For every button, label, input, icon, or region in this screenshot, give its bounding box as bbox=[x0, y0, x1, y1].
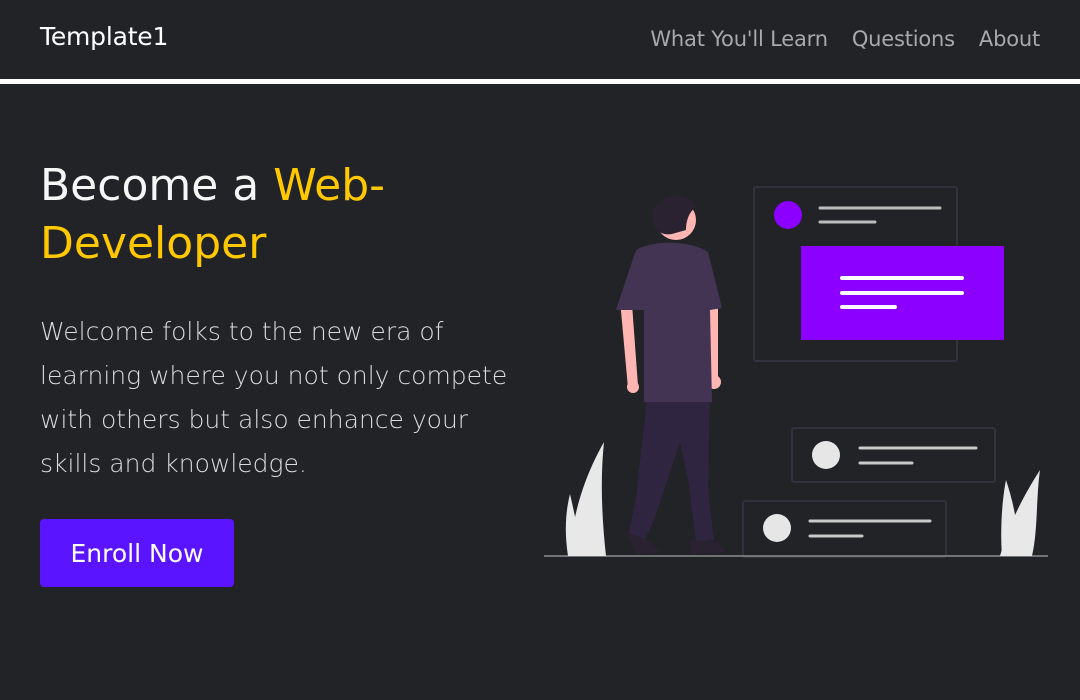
person-looking-at-cards-illustration bbox=[544, 186, 1048, 558]
navbar-divider bbox=[0, 79, 1080, 84]
middle-card-avatar-icon bbox=[812, 441, 840, 469]
hero-title-prefix: Become a bbox=[40, 160, 274, 211]
top-navbar: Template1 What You'll Learn Questions Ab… bbox=[0, 0, 1080, 80]
nav-link-about[interactable]: About bbox=[979, 27, 1040, 51]
nav-link-what-youll-learn[interactable]: What You'll Learn bbox=[650, 27, 828, 51]
person-figure bbox=[616, 195, 726, 554]
brand-logo[interactable]: Template1 bbox=[40, 22, 168, 51]
nav-link-questions[interactable]: Questions bbox=[852, 27, 955, 51]
enroll-now-button[interactable]: Enroll Now bbox=[40, 519, 234, 587]
bottom-card-avatar-icon bbox=[763, 514, 791, 542]
top-card-avatar-icon bbox=[774, 201, 802, 229]
hero-description: Welcome folks to the new era of learning… bbox=[40, 317, 508, 478]
hero-title: Become a Web-Developer bbox=[40, 157, 540, 273]
nav-links: What You'll Learn Questions About bbox=[650, 27, 1040, 51]
